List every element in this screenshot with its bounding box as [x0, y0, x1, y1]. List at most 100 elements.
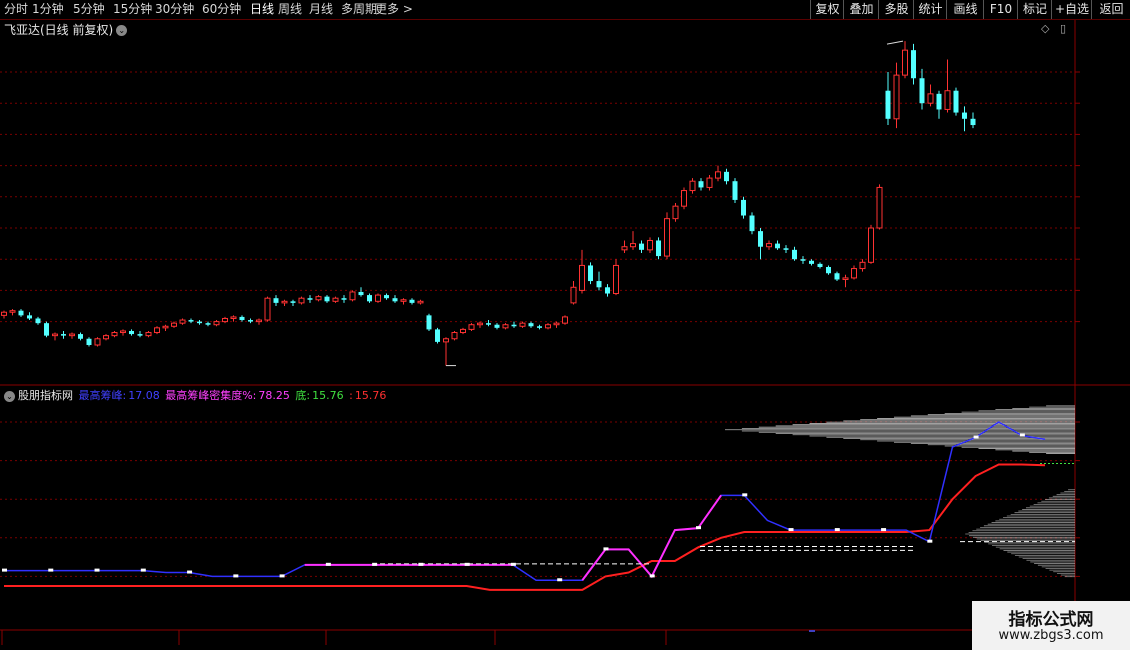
peak-marker — [325, 562, 331, 566]
candle-body — [281, 300, 288, 304]
period-tab[interactable]: 30分钟 — [155, 1, 194, 17]
peak-marker — [279, 574, 285, 578]
peak-marker — [372, 562, 378, 566]
bottom-label: 底: — [295, 389, 311, 402]
candle-body — [630, 243, 636, 248]
diamond-icon[interactable]: ◇ — [1041, 22, 1049, 35]
toolbar-button[interactable]: F10 — [983, 0, 1018, 19]
candle-body — [273, 298, 279, 303]
watermark-url: www.zbgs3.com — [998, 628, 1104, 643]
period-tab[interactable]: 1分钟 — [32, 1, 64, 17]
candle-body — [588, 265, 593, 282]
candle-body — [834, 273, 840, 280]
peak-marker — [881, 528, 887, 532]
toolbar-button[interactable]: 统计 — [913, 0, 947, 19]
high-pointer — [886, 40, 904, 45]
candle-body — [222, 317, 228, 323]
candle-body — [809, 260, 814, 264]
candle-body — [681, 190, 687, 207]
stock-title-text: 飞亚达(日线 前复权) — [4, 23, 114, 37]
candle-body — [859, 261, 866, 270]
period-tab[interactable]: 周线 — [278, 1, 302, 17]
watermark-title: 指标公式网 — [1008, 610, 1094, 630]
peak-marker — [973, 435, 979, 439]
candle-body — [171, 322, 177, 327]
red-line-label: : — [349, 389, 353, 402]
peak-marker — [48, 568, 54, 572]
toolbar-button[interactable]: 标记 — [1017, 0, 1052, 19]
candle-body — [400, 299, 407, 302]
candle-body — [230, 316, 237, 319]
candle-body — [605, 287, 610, 294]
candle-body — [486, 323, 491, 325]
candle-body — [154, 327, 160, 334]
candle-body — [562, 316, 568, 324]
candle-body — [911, 50, 916, 79]
candle-body — [188, 320, 194, 322]
candle-body — [426, 315, 432, 330]
candle-body — [367, 295, 372, 302]
toolbar-button[interactable]: +自选 — [1051, 0, 1092, 19]
indicator-title: ⌄ 股朋指标网 最高筹峰: 17.08 最高筹峰密集度%: 78.25 底: 15.76… — [4, 387, 388, 403]
candle-body — [758, 231, 763, 247]
candle-body — [672, 205, 679, 220]
candle-body — [1, 311, 7, 316]
candle-body — [375, 294, 381, 302]
bottom-value: 15.76 — [312, 389, 344, 402]
candle-body — [962, 112, 967, 119]
candle-body — [435, 329, 440, 342]
chevron-down-icon[interactable]: ⌄ — [4, 390, 15, 402]
period-tab[interactable]: 15分钟 — [113, 1, 152, 17]
toolbar-button[interactable]: 复权 — [810, 0, 844, 19]
candle-body — [162, 325, 169, 329]
period-tab[interactable]: 月线 — [309, 1, 333, 17]
candle-body — [61, 334, 66, 336]
period-tab[interactable]: 分时 — [4, 1, 28, 17]
candle-body — [613, 264, 619, 295]
candle-body — [451, 332, 458, 340]
candle-body — [647, 239, 653, 251]
bottom-price-line — [4, 463, 1046, 591]
period-tab[interactable]: 60分钟 — [202, 1, 241, 17]
candle-body — [94, 338, 101, 346]
candle-body — [970, 118, 976, 126]
period-tab[interactable]: 更多 > — [375, 1, 413, 17]
chevron-down-icon[interactable]: ⌄ — [116, 25, 128, 36]
peak-marker — [510, 562, 516, 566]
peak-marker — [696, 526, 701, 530]
peak-price-line — [4, 421, 1046, 582]
candle-body — [324, 296, 330, 302]
candle-body — [885, 90, 891, 119]
candle-body — [358, 291, 364, 296]
period-tab[interactable]: 多周期 — [341, 1, 377, 17]
candle-body — [944, 90, 951, 110]
candle-body — [460, 328, 466, 334]
peak-marker — [2, 568, 7, 572]
candle-body — [35, 318, 41, 324]
candle-body — [298, 297, 305, 304]
peak-marker — [464, 562, 470, 566]
period-tab[interactable]: 日线 — [250, 1, 274, 17]
toolbar-button[interactable]: 多股 — [878, 0, 914, 19]
period-tab[interactable]: 5分钟 — [73, 1, 105, 17]
candle-body — [826, 267, 831, 274]
candle-body — [698, 181, 704, 188]
toolbar-button[interactable]: 叠加 — [843, 0, 879, 19]
candle-body — [120, 330, 126, 334]
candle-body — [876, 186, 883, 229]
candle-body — [239, 316, 245, 321]
peak-density-line — [581, 494, 722, 581]
candle-body — [307, 298, 313, 300]
candle-body — [341, 298, 347, 300]
candle-body — [732, 181, 738, 200]
toolbar-button[interactable]: 画线 — [946, 0, 984, 19]
panel-toggle-icon[interactable]: ▯ — [1060, 22, 1066, 35]
candle-body — [129, 330, 134, 335]
candle-body — [332, 297, 339, 302]
candle-body — [69, 333, 75, 337]
candlestick-chart — [0, 20, 1130, 645]
candle-body — [741, 199, 746, 216]
candle-body — [502, 324, 509, 329]
peak-marker — [1019, 433, 1025, 437]
toolbar-button[interactable]: 返回 — [1091, 0, 1130, 19]
